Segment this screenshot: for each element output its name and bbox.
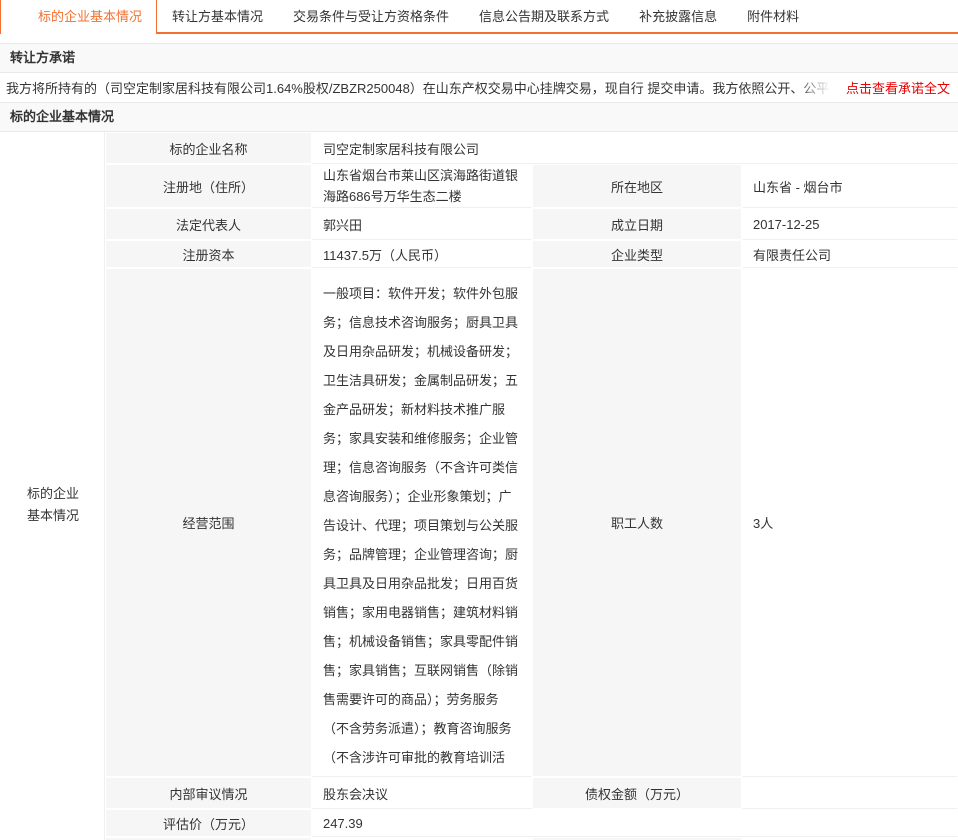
label-registered-address: 注册地（住所） (105, 164, 312, 208)
table-row-company-name: 标的企业名称 司空定制家居科技有限公司 (105, 132, 958, 164)
label-company-name: 标的企业名称 (105, 132, 312, 164)
tab-announcement-period-contact[interactable]: 信息公告期及联系方式 (464, 0, 624, 34)
label-legal-representative: 法定代表人 (105, 208, 312, 240)
value-debt-amount (742, 777, 958, 809)
value-company-type: 有限责任公司 (742, 240, 958, 268)
label-region: 所在地区 (532, 164, 742, 208)
tab-supplementary-disclosure[interactable]: 补充披露信息 (624, 0, 732, 34)
rail-line-2: 基本情况 (27, 505, 104, 527)
label-internal-review: 内部审议情况 (105, 777, 312, 809)
label-company-type: 企业类型 (532, 240, 742, 268)
tab-trade-conditions-transferee-qualification[interactable]: 交易条件与受让方资格条件 (278, 0, 464, 34)
business-scope-text: 一般项目：软件开发；软件外包服务；信息技术咨询服务；厨具卫具及日用杂品研发；机械… (323, 279, 521, 766)
tab-bar: 标的企业基本情况 转让方基本情况 交易条件与受让方资格条件 信息公告期及联系方式… (0, 0, 958, 34)
rail-line-1: 标的企业 (27, 483, 104, 505)
table-row-legal-representative-founding-date: 法定代表人 郭兴田 成立日期 2017-12-25 (105, 208, 958, 240)
value-registered-capital: 11437.5万（人民币） (312, 240, 532, 268)
label-appraisal-price: 评估价（万元） (105, 809, 312, 837)
tab-transferor-basic-info[interactable]: 转让方基本情况 (157, 0, 278, 34)
tab-target-company-basic-info[interactable]: 标的企业基本情况 (0, 0, 157, 34)
value-business-scope: 一般项目：软件开发；软件外包服务；信息技术咨询服务；厨具卫具及日用杂品研发；机械… (312, 268, 532, 777)
rail-group-label: 标的企业 基本情况 (0, 132, 105, 840)
promise-row: 我方将所持有的（司空定制家居科技有限公司1.64%股权/ZBZR250048）在… (0, 73, 958, 102)
label-business-scope: 经营范围 (105, 268, 312, 777)
view-full-promise-link[interactable]: 点击查看承诺全文 (836, 78, 950, 97)
label-registered-capital: 注册资本 (105, 240, 312, 268)
value-appraisal-price: 247.39 (312, 809, 958, 837)
spacer (0, 34, 958, 43)
value-internal-review: 股东会决议 (312, 777, 532, 809)
table-row-internal-review-debt-amount: 内部审议情况 股东会决议 债权金额（万元） (105, 777, 958, 809)
label-debt-amount: 债权金额（万元） (532, 777, 742, 809)
registered-address-text: 山东省烟台市莱山区滨海路街道银海路686号万华生态二楼 (323, 165, 521, 207)
table-row-appraisal-price: 评估价（万元） 247.39 (105, 809, 958, 837)
value-legal-representative: 郭兴田 (312, 208, 532, 240)
section-title-target-company-basic-info: 标的企业基本情况 (0, 102, 958, 132)
table-row-registered-address-region: 注册地（住所） 山东省烟台市莱山区滨海路街道银海路686号万华生态二楼 所在地区… (105, 164, 958, 208)
basic-info-table: 标的企业 基本情况 标的企业名称 司空定制家居科技有限公司 注册地（住所） 山东… (0, 132, 958, 840)
tab-attachments[interactable]: 附件材料 (732, 0, 814, 34)
listing-page: 标的企业基本情况 转让方基本情况 交易条件与受让方资格条件 信息公告期及联系方式… (0, 0, 958, 840)
label-founding-date: 成立日期 (532, 208, 742, 240)
value-registered-address: 山东省烟台市莱山区滨海路街道银海路686号万华生态二楼 (312, 164, 532, 208)
label-employee-count: 职工人数 (532, 268, 742, 777)
promise-text: 我方将所持有的（司空定制家居科技有限公司1.64%股权/ZBZR250048）在… (6, 78, 836, 97)
table-row-registered-capital-company-type: 注册资本 11437.5万（人民币） 企业类型 有限责任公司 (105, 240, 958, 268)
value-region: 山东省 - 烟台市 (742, 164, 958, 208)
value-employee-count: 3人 (742, 268, 958, 777)
section-title-transferor-promise: 转让方承诺 (0, 43, 958, 73)
value-company-name: 司空定制家居科技有限公司 (312, 132, 958, 164)
table-row-business-scope-employees: 经营范围 一般项目：软件开发；软件外包服务；信息技术咨询服务；厨具卫具及日用杂品… (105, 268, 958, 777)
value-founding-date: 2017-12-25 (742, 208, 958, 240)
